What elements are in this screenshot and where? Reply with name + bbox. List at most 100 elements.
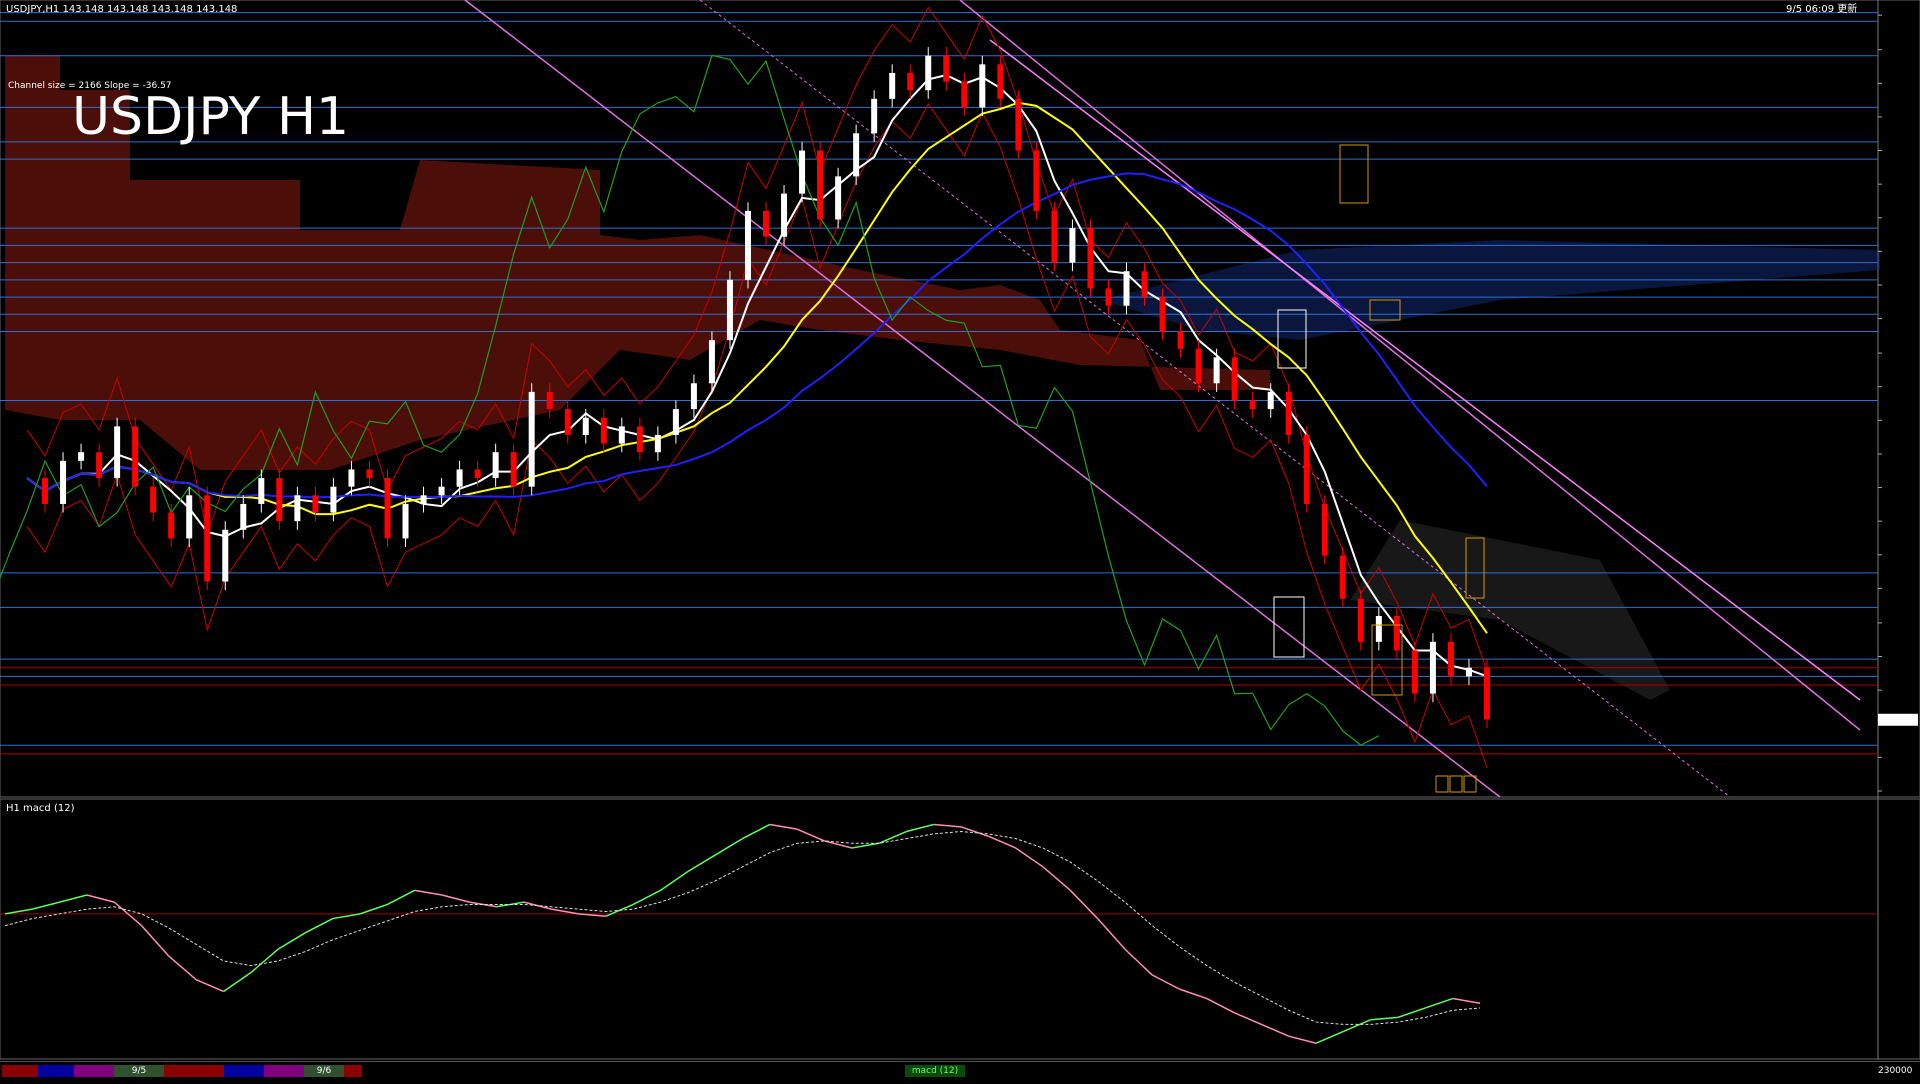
- candle-body: [1465, 667, 1472, 677]
- candle-body: [564, 409, 571, 435]
- candle-body: [853, 133, 860, 177]
- chart-canvas: USDJPY,H1 143.148 143.148 143.148 143.14…: [0, 0, 1920, 1060]
- candle-body: [997, 64, 1004, 99]
- candle-body: [1303, 434, 1310, 504]
- candle-body: [294, 495, 301, 522]
- candle-body: [1321, 503, 1328, 556]
- candle-body: [276, 478, 283, 522]
- candle-body: [546, 391, 553, 410]
- candle-body: [835, 176, 842, 220]
- candle-body: [1015, 98, 1022, 151]
- candle-body: [1429, 641, 1436, 694]
- candle-body: [1033, 150, 1040, 211]
- candle-body: [618, 426, 625, 444]
- candle-body: [1267, 391, 1274, 410]
- candle-body: [1231, 357, 1238, 401]
- candle-body: [979, 64, 986, 108]
- chart-window: USDJPY,H1 143.148 143.148 143.148 143.14…: [0, 0, 1920, 1081]
- candle-body: [96, 452, 103, 479]
- candle-body: [600, 417, 607, 444]
- candle-body: [186, 495, 193, 539]
- date-tab[interactable]: 9/5: [114, 1065, 164, 1077]
- candle-body: [636, 426, 643, 453]
- candle-body: [889, 72, 896, 99]
- candle-body: [402, 503, 409, 539]
- candle-body: [78, 452, 85, 461]
- candle-body: [114, 426, 121, 479]
- candle-body: [1123, 271, 1130, 306]
- candle-body: [1051, 210, 1058, 263]
- candle-body: [510, 452, 517, 487]
- candle-body: [438, 486, 445, 496]
- candle-body: [240, 503, 247, 530]
- candle-body: [366, 469, 373, 479]
- candle-body: [1105, 288, 1112, 306]
- color-tab[interactable]: [224, 1065, 264, 1077]
- candle-body: [961, 81, 968, 108]
- candle-body: [690, 383, 697, 410]
- candle-body: [1159, 297, 1166, 332]
- candle-body: [42, 478, 49, 504]
- candle-body: [943, 55, 950, 82]
- macd-panel: [0, 798, 1920, 1060]
- color-tab[interactable]: [74, 1065, 114, 1077]
- candle-body: [492, 452, 499, 479]
- candle-body: [1069, 228, 1076, 263]
- symbol-line: USDJPY,H1 143.148 143.148 143.148 143.14…: [6, 4, 237, 15]
- current-price-tag: [1878, 713, 1918, 726]
- date-tab[interactable]: 9/6: [304, 1065, 344, 1077]
- candle-body: [1087, 228, 1094, 289]
- candle-body: [1177, 331, 1184, 349]
- candle-body: [708, 340, 715, 384]
- candle-body: [744, 210, 751, 280]
- candle-body: [781, 193, 788, 237]
- candle-body: [1375, 615, 1382, 642]
- candle-body: [312, 495, 319, 513]
- big-title: USDJPY H1: [72, 87, 349, 147]
- candle-body: [871, 98, 878, 134]
- candle-body: [150, 486, 157, 513]
- candle-body: [1249, 400, 1256, 410]
- candle-body: [1393, 615, 1400, 651]
- candle-body: [1195, 348, 1202, 384]
- color-tab[interactable]: [344, 1065, 362, 1077]
- candle-body: [1213, 357, 1220, 384]
- candle-body: [817, 150, 824, 220]
- candle-body: [222, 529, 229, 582]
- candle-body: [1141, 271, 1148, 298]
- candle-body: [726, 279, 733, 341]
- candle-body: [132, 426, 139, 487]
- candle-body: [474, 469, 481, 479]
- candle-body: [330, 486, 337, 513]
- bottom-bar: 9/5 9/6 macd (12) 230000: [0, 1061, 1920, 1081]
- candle-body: [420, 495, 427, 504]
- candle-body: [528, 391, 535, 487]
- datetime-label: 9/5 06:09 更新: [1786, 2, 1857, 15]
- candle-body: [1339, 555, 1346, 599]
- candle-body: [799, 150, 806, 194]
- indicator-tab[interactable]: macd (12): [905, 1065, 965, 1077]
- macd-title: H1 macd (12): [6, 803, 75, 814]
- candle-body: [672, 409, 679, 435]
- candle-body: [60, 460, 67, 504]
- volume-label: 230000: [1878, 1066, 1913, 1076]
- candle-body: [1411, 650, 1418, 694]
- candle-body: [582, 417, 589, 435]
- candle-body: [1484, 667, 1490, 720]
- candle-body: [384, 478, 391, 539]
- color-tab[interactable]: [164, 1065, 224, 1077]
- candle-body: [907, 72, 914, 91]
- candle-body: [1285, 391, 1292, 435]
- color-tab[interactable]: [264, 1065, 304, 1077]
- candle-body: [654, 434, 661, 453]
- candle-body: [1447, 641, 1454, 677]
- candle-body: [348, 469, 355, 487]
- candle-body: [763, 210, 770, 237]
- candle-body: [168, 512, 175, 539]
- candle-body: [925, 55, 932, 91]
- candle-body: [456, 469, 463, 487]
- color-tab[interactable]: [2, 1065, 38, 1077]
- candle-body: [1357, 598, 1364, 642]
- color-tab[interactable]: [38, 1065, 74, 1077]
- candle-body: [258, 478, 265, 504]
